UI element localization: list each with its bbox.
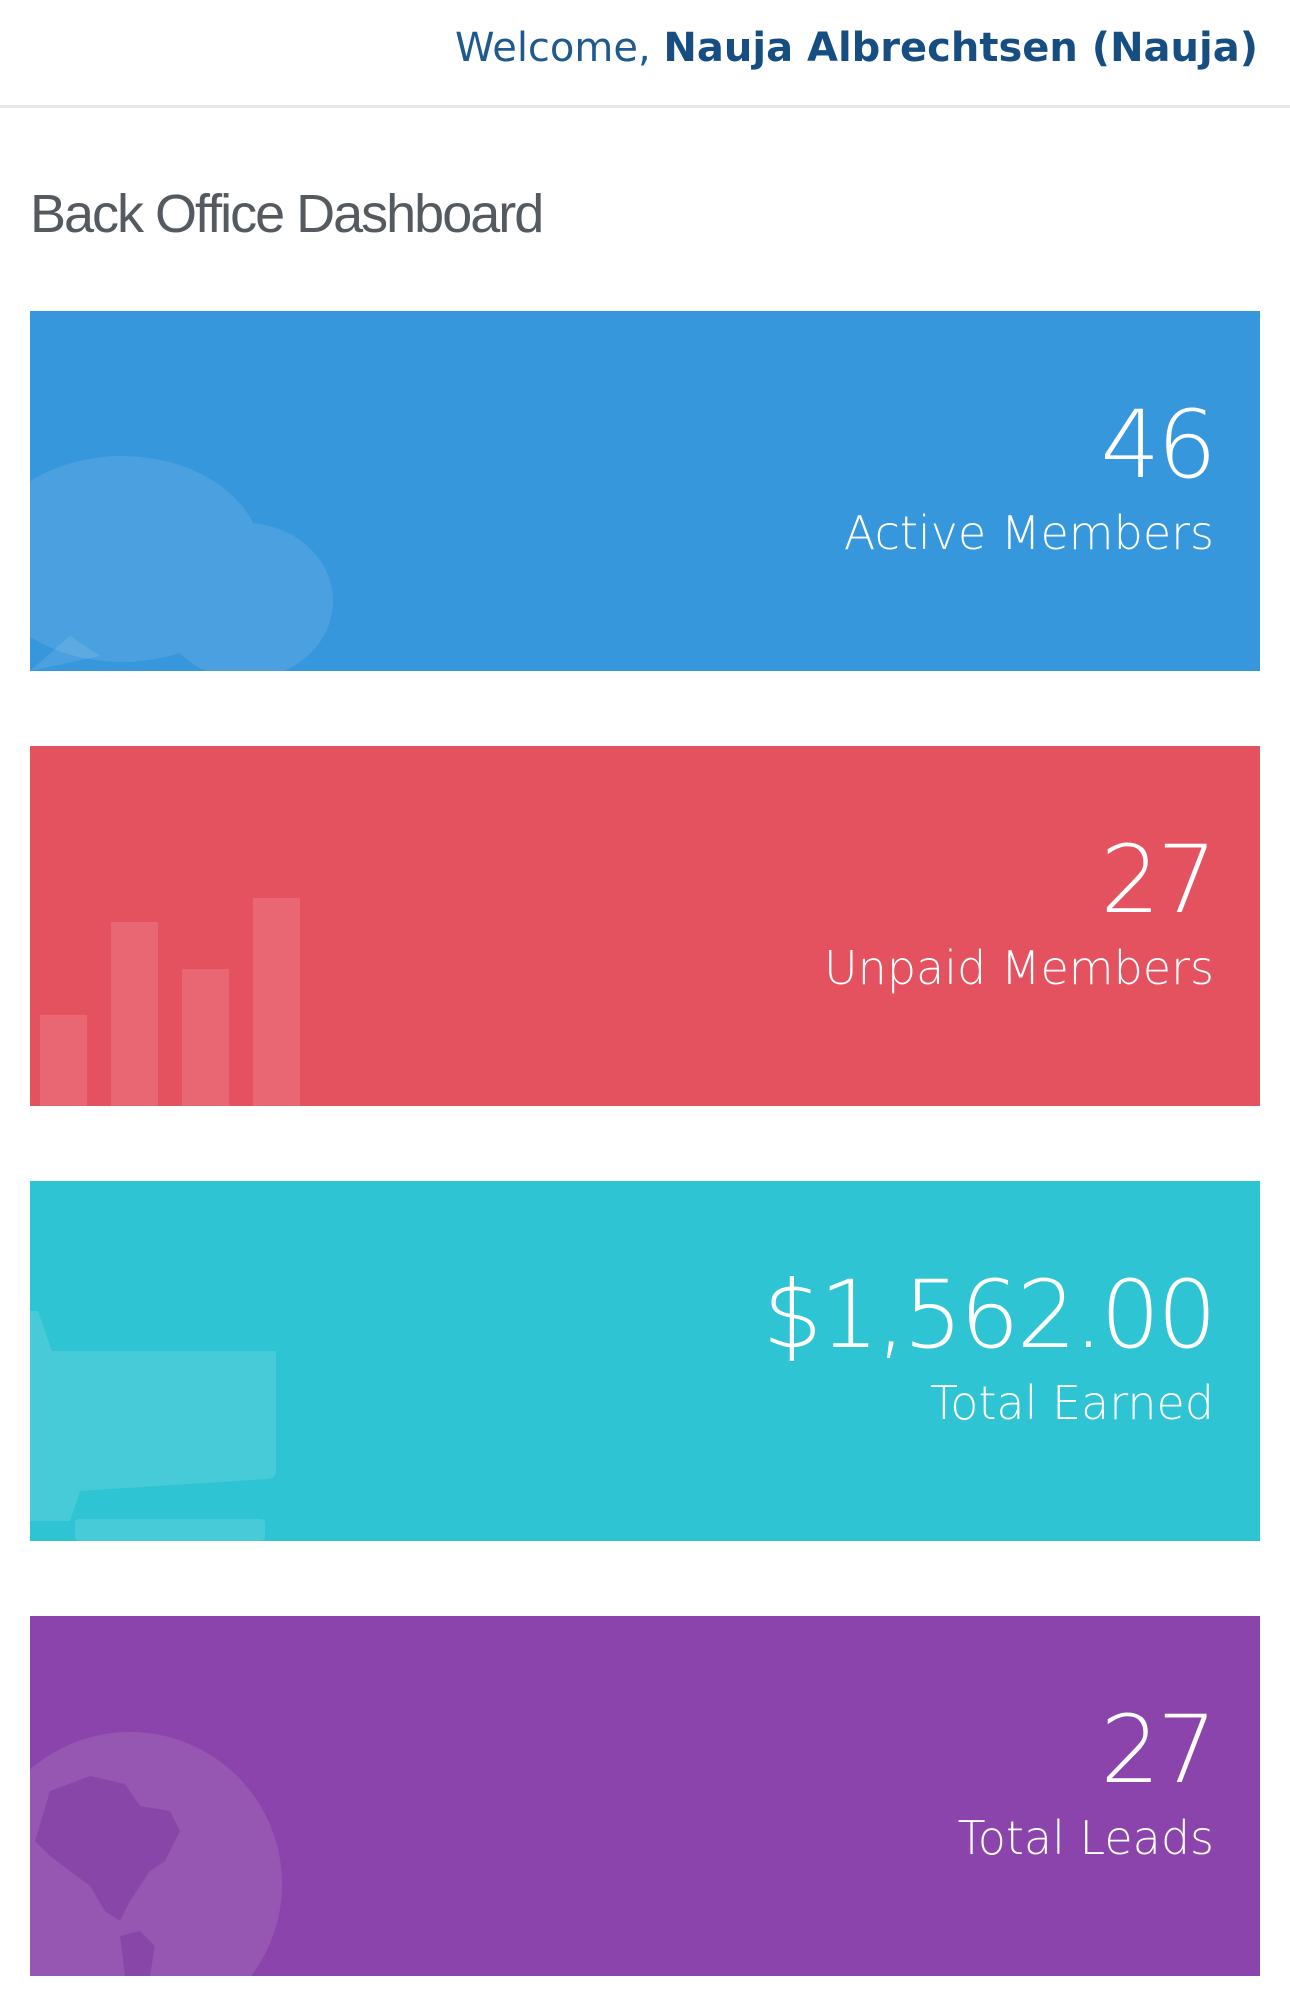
total-earned-value: $1,562.00 — [762, 1261, 1217, 1370]
page-title: Back Office Dashboard — [30, 184, 544, 244]
unpaid-members-value: 27 — [1100, 826, 1217, 935]
active-members-label: Active Members — [843, 506, 1214, 560]
globe-icon — [30, 1732, 282, 1976]
chat-bubbles-icon — [30, 456, 333, 671]
unpaid-members-card[interactable]: 27 Unpaid Members — [30, 746, 1260, 1106]
total-leads-card[interactable]: 27 Total Leads — [30, 1616, 1260, 1976]
top-bar: Welcome, Nauja Albrechtsen (Nauja) — [0, 0, 1290, 108]
total-earned-label: Total Earned — [929, 1376, 1214, 1430]
active-members-value: 46 — [1100, 391, 1217, 500]
welcome-prefix: Welcome, — [455, 25, 664, 71]
total-leads-value: 27 — [1100, 1696, 1217, 1805]
bar-chart-icon — [40, 898, 300, 1106]
shopping-cart-icon — [30, 1311, 276, 1541]
active-members-card[interactable]: 46 Active Members — [30, 311, 1260, 671]
user-name-link[interactable]: Nauja Albrechtsen (Nauja) — [663, 25, 1258, 71]
total-earned-card[interactable]: $1,562.00 Total Earned — [30, 1181, 1260, 1541]
welcome-message: Welcome, Nauja Albrechtsen (Nauja) — [455, 20, 1258, 76]
unpaid-members-label: Unpaid Members — [824, 941, 1214, 995]
total-leads-label: Total Leads — [957, 1811, 1214, 1865]
